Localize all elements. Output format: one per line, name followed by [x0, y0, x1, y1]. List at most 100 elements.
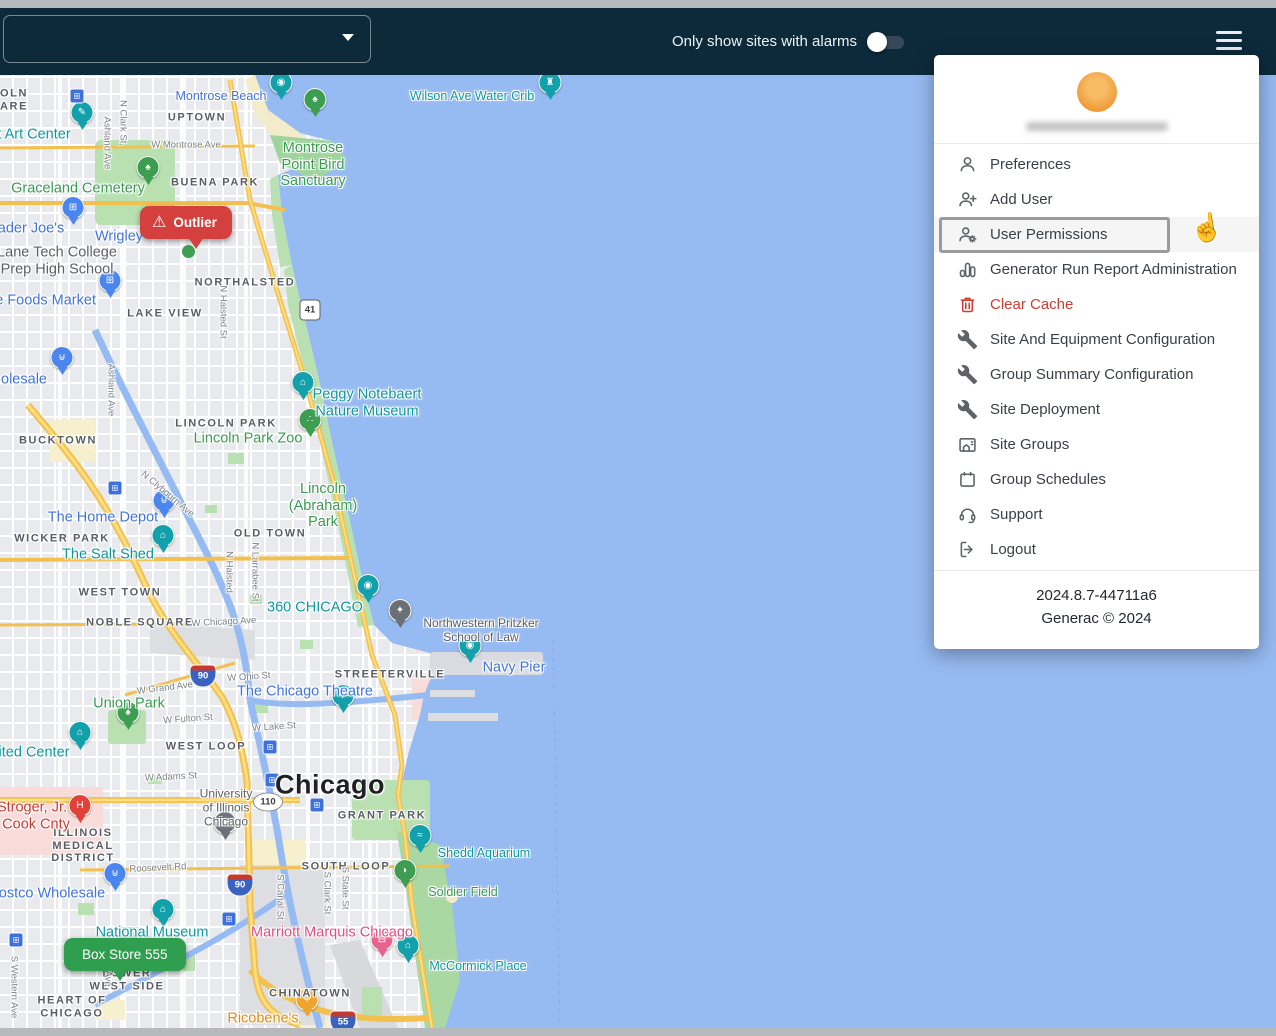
- map-label: Union Park: [93, 696, 165, 713]
- menu-item-label: Clear Cache: [990, 296, 1073, 313]
- menu-item-preferences[interactable]: Preferences: [934, 147, 1259, 182]
- menu-item-label: Site Deployment: [990, 401, 1100, 418]
- map-label: Peggy Notebaert Nature Museum: [313, 386, 422, 419]
- map-label: Stroger, Jr. f Cook Cnty: [0, 799, 70, 832]
- person-icon: [956, 154, 978, 176]
- map-label: S Canal St: [274, 874, 285, 919]
- route-shield-55: 55: [330, 1011, 357, 1029]
- menu-item-site-deployment[interactable]: Site Deployment: [934, 392, 1259, 427]
- map-label: Ashland Ave: [101, 117, 112, 170]
- menu-item-generator-run-report-administration[interactable]: Generator Run Report Administration: [934, 252, 1259, 287]
- map-label: Northwestern Pritzker School of Law: [423, 617, 538, 645]
- alarm-toggle-label: Only show sites with alarms: [672, 33, 857, 50]
- map-label: CHINATOWN: [269, 988, 351, 1001]
- map-label: Lincoln (Abraham) Park: [289, 481, 358, 531]
- school-pin-northwestern[interactable]: ✦: [389, 599, 412, 622]
- map-label: NOBLE SQUARE: [86, 617, 194, 630]
- dolphin-pin-shedd[interactable]: ≈: [409, 824, 432, 847]
- map-label: NORTHALSTED: [195, 277, 296, 290]
- map-label: N Clark St,: [117, 100, 128, 146]
- map-label: Graceland Cemetery: [11, 181, 145, 198]
- menu-item-label: Group Summary Configuration: [990, 366, 1193, 383]
- map-label: N Larrabee St: [249, 542, 260, 601]
- map-label: Wilson Ave Water Crib: [410, 89, 534, 103]
- menu-item-label: Preferences: [990, 156, 1071, 173]
- football-pin-soldier-field[interactable]: ◗: [394, 859, 417, 882]
- window-frame-top: [0, 0, 1276, 8]
- outlier-badge-label: Outlier: [173, 215, 217, 230]
- menu-item-group-summary-configuration[interactable]: Group Summary Configuration: [934, 357, 1259, 392]
- pier: [428, 713, 498, 721]
- user-dropdown-menu: PreferencesAdd UserUser PermissionsGener…: [934, 55, 1259, 649]
- map-label: S Western Ave: [8, 956, 19, 1019]
- map-label: Ricobene's: [227, 1011, 298, 1028]
- transit-station-icon: ⊞: [263, 740, 278, 755]
- transit-station-icon: ⊞: [9, 933, 24, 948]
- bag-pin-costco[interactable]: ⊎: [104, 862, 127, 885]
- museum-pin-national[interactable]: ⌂: [152, 898, 175, 921]
- tree-pin-montrose-point[interactable]: ♠: [304, 88, 327, 111]
- headset-icon: [956, 504, 978, 526]
- menu-item-label: Group Schedules: [990, 471, 1106, 488]
- salt-shed-pin[interactable]: ⌂: [152, 524, 175, 547]
- alarm-toggle-switch[interactable]: [867, 30, 907, 54]
- app-version: 2024.8.7-44711a6: [934, 584, 1259, 607]
- map-label: Soldier Field: [428, 885, 497, 899]
- wrench-icon: [956, 364, 978, 386]
- menu-item-support[interactable]: Support: [934, 497, 1259, 532]
- transit-station-icon: ⊞: [70, 89, 85, 104]
- site-badge-box-store[interactable]: Box Store 555: [64, 938, 186, 971]
- museum-pin-notebaert[interactable]: ⌂: [292, 371, 315, 394]
- site-group-select[interactable]: [3, 15, 371, 63]
- map-label: BUENA PARK: [171, 177, 259, 190]
- outlier-alarm-badge[interactable]: ⚠ Outlier: [140, 206, 232, 239]
- bar-chart-icon: [956, 259, 978, 281]
- copyright: Generac © 2024: [934, 607, 1259, 630]
- map-label: HEART OF CHICAGO: [37, 994, 106, 1019]
- hamburger-menu-icon[interactable]: [1216, 31, 1242, 51]
- pier: [430, 690, 475, 697]
- camera-pin-360-chicago[interactable]: ◉: [357, 574, 380, 597]
- map-label: The Chicago Theatre: [237, 684, 373, 701]
- map-label: Montrose Point Bird Sanctuary: [280, 140, 345, 190]
- bag-pin-wholesale[interactable]: ⊎: [51, 346, 74, 369]
- menu-item-list: PreferencesAdd UserUser PermissionsGener…: [934, 144, 1259, 570]
- stadium-pin-united-center[interactable]: ⌂: [69, 721, 92, 744]
- window-frame-bottom: [0, 1028, 1276, 1036]
- menu-item-clear-cache[interactable]: Clear Cache: [934, 287, 1259, 322]
- menu-item-label: Generator Run Report Administration: [990, 261, 1237, 278]
- person-add-icon: [956, 189, 978, 211]
- map-label: Navy Pier: [483, 660, 546, 677]
- map-label: 360 CHICAGO: [267, 600, 363, 617]
- avatar[interactable]: [1077, 72, 1117, 112]
- art-center-pin[interactable]: ✎: [71, 101, 94, 124]
- map-label: ader Joe's: [0, 221, 64, 238]
- map-label: Wrigley: [95, 229, 143, 246]
- cart-pin-trader-joes[interactable]: ⊞: [62, 196, 85, 219]
- alarm-filter: Only show sites with alarms: [672, 8, 907, 75]
- map-label: Lincoln Park Zoo: [194, 431, 303, 448]
- map-label: ostco Wholesale: [0, 886, 105, 903]
- map-label: Montrose Beach: [175, 89, 266, 103]
- menu-item-site-groups[interactable]: Site Groups: [934, 427, 1259, 462]
- map-label: LINCOLN PARK: [175, 418, 277, 431]
- menu-item-group-schedules[interactable]: Group Schedules: [934, 462, 1259, 497]
- menu-item-label: Site And Equipment Configuration: [990, 331, 1215, 348]
- menu-item-label: Support: [990, 506, 1043, 523]
- map-label: OLN ARE: [0, 87, 28, 112]
- trash-icon: [956, 294, 978, 316]
- warning-triangle-icon: ⚠: [152, 216, 166, 229]
- buildings-icon: [956, 434, 978, 456]
- hospital-pin-stroger[interactable]: H: [69, 794, 92, 817]
- tree-pin-graceland[interactable]: ♠: [137, 156, 160, 179]
- map-label: le Foods Market: [0, 293, 96, 310]
- app-window: OLN AREUPTOWNBUENA PARKNORTHALSTEDLAKE V…: [0, 0, 1276, 1036]
- map-label: Ashland Ave: [105, 364, 116, 417]
- menu-item-logout[interactable]: Logout: [934, 532, 1259, 567]
- switch-thumb: [867, 32, 887, 52]
- menu-item-site-and-equipment-configuration[interactable]: Site And Equipment Configuration: [934, 322, 1259, 357]
- map-label: The Salt Shed: [62, 547, 154, 564]
- map-label: Marriott Marquis Chicago: [251, 925, 413, 942]
- site-badge-label: Box Store 555: [82, 947, 168, 962]
- route-shield-41: 41: [300, 300, 321, 321]
